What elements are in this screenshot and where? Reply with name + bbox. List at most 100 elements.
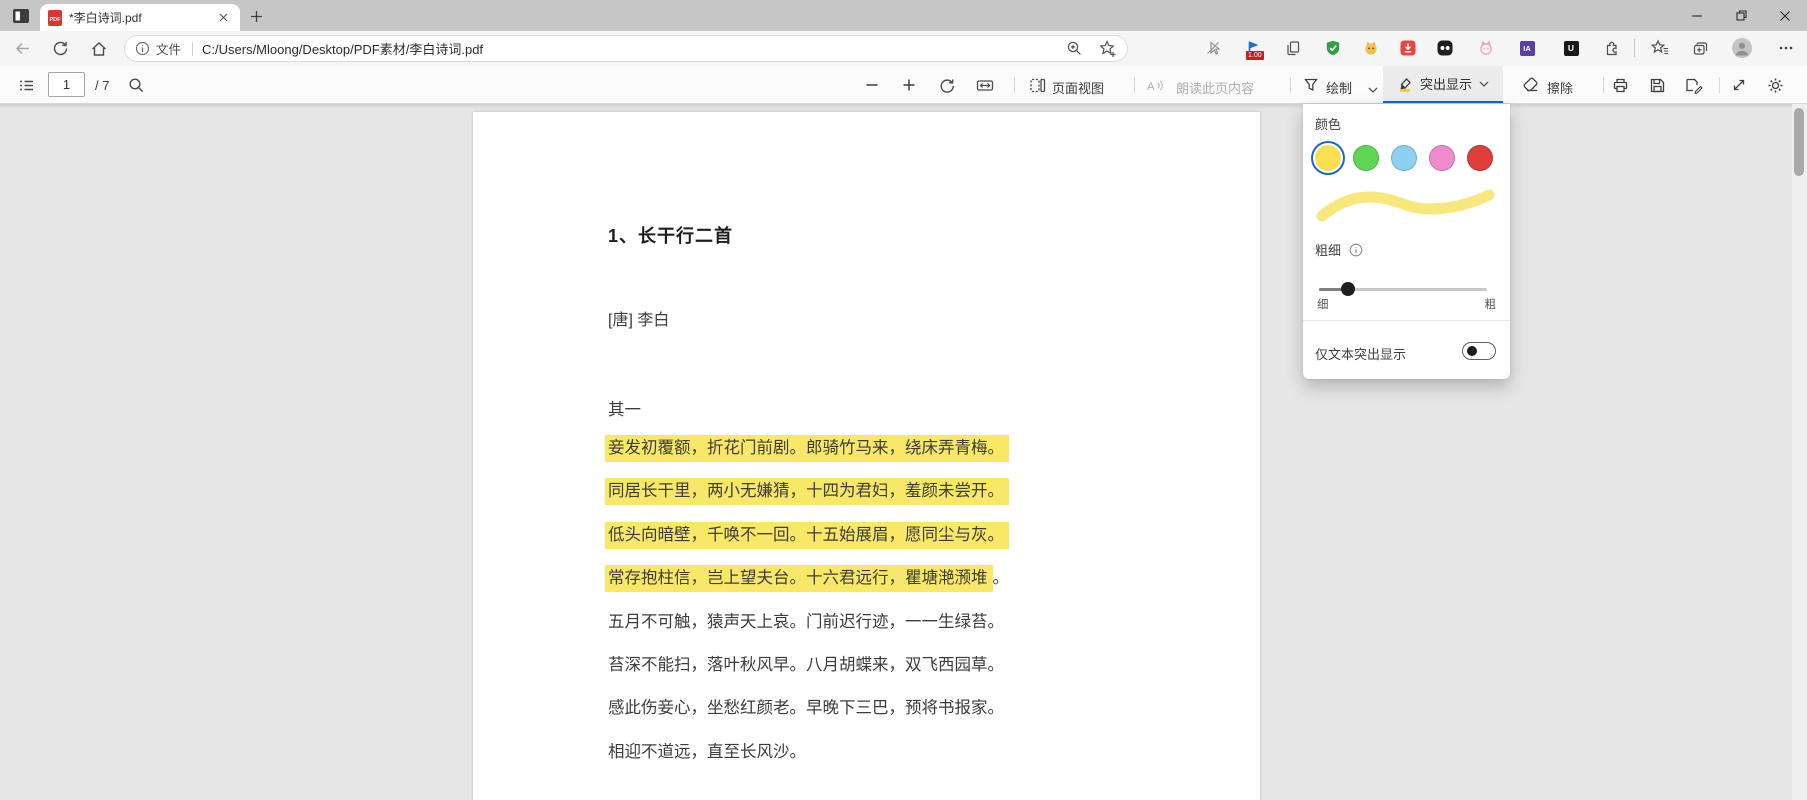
search-document-button[interactable] — [127, 76, 145, 94]
close-icon — [219, 13, 228, 22]
extension-ia[interactable]: IA — [1518, 39, 1536, 57]
toolbar-separator — [1014, 77, 1015, 93]
window-controls — [1675, 0, 1807, 31]
active-tab[interactable]: PDF *李白诗词.pdf — [40, 4, 240, 31]
chevron-down-icon[interactable] — [1479, 81, 1489, 87]
vertical-scrollbar[interactable] — [1792, 104, 1807, 800]
save-as-button[interactable] — [1685, 76, 1703, 94]
highlighted-text: 妾发初覆额，折花门前剧。郎骑竹马来，绕床弄青梅。 — [605, 435, 1009, 462]
color-swatch-green[interactable] — [1353, 145, 1379, 171]
panel-divider — [1303, 320, 1510, 321]
extension-shield[interactable] — [1324, 39, 1342, 57]
color-swatches — [1315, 145, 1493, 171]
back-button[interactable] — [13, 39, 32, 58]
tab-bar: PDF *李白诗词.pdf — [0, 0, 1807, 31]
erase-label[interactable]: 擦除 — [1547, 78, 1573, 97]
svg-text:PDF: PDF — [50, 17, 62, 23]
plain-text: 。 — [992, 569, 1010, 588]
extension-copy[interactable] — [1284, 39, 1302, 57]
star-plus-icon — [1098, 39, 1115, 57]
minimize-icon — [1692, 14, 1702, 17]
fullscreen-button[interactable] — [1730, 76, 1748, 94]
close-icon — [1780, 10, 1790, 21]
poem-line: 低头向暗壁，千唤不一回。十五始展眉，愿同尘与灰。 — [605, 521, 1009, 564]
extension-u[interactable]: U — [1562, 39, 1580, 57]
thickness-label: 粗细 — [1315, 243, 1342, 258]
page-view-label[interactable]: 页面视图 — [1052, 78, 1104, 97]
tab-actions-menu-button[interactable] — [10, 6, 32, 25]
extensions-menu-button[interactable] — [1602, 39, 1620, 57]
highlighted-text: 同居长干里，两小无嫌猜，十四为君妇，羞颜未尝开。 — [605, 478, 1009, 506]
zoom-in-button[interactable] — [900, 76, 918, 94]
poem-title: 1、长干行二首 — [608, 226, 734, 246]
save-button[interactable] — [1648, 76, 1666, 94]
ellipsis-icon — [1779, 46, 1793, 50]
thickness-slider-thumb[interactable] — [1340, 282, 1355, 296]
draw-label[interactable]: 绘制 — [1326, 78, 1352, 97]
new-tab-button[interactable] — [247, 7, 265, 25]
refresh-button[interactable] — [51, 39, 70, 58]
poem-section-label: 其一 — [608, 401, 641, 419]
chevron-down-icon — [1368, 87, 1378, 93]
url-text[interactable]: C:/Users/Mloong/Desktop/PDF素材/李白诗词.pdf — [202, 39, 1051, 58]
scrollbar-thumb[interactable] — [1794, 108, 1804, 176]
zoom-out-button[interactable] — [863, 76, 881, 94]
color-swatch-pink[interactable] — [1429, 145, 1455, 171]
table-of-contents-icon — [19, 80, 33, 90]
puzzle-icon — [1606, 41, 1617, 55]
page-number-input[interactable] — [49, 73, 84, 96]
info-icon[interactable] — [1349, 243, 1363, 257]
draw-button[interactable] — [1302, 76, 1320, 94]
flag-badge: 1.00 — [1246, 51, 1264, 60]
print-icon — [1613, 78, 1627, 92]
page-view-button[interactable] — [1028, 76, 1046, 94]
profile-avatar[interactable] — [1732, 38, 1752, 58]
collections-button[interactable] — [1691, 39, 1709, 57]
zoom-page-button[interactable] — [1065, 39, 1084, 58]
extension-cat-pink[interactable] — [1477, 39, 1495, 57]
extension-downloader[interactable] — [1399, 39, 1417, 57]
favorites-button[interactable] — [1651, 39, 1669, 57]
fit-to-width-button[interactable] — [976, 76, 994, 94]
erase-button[interactable] — [1521, 76, 1539, 94]
green-shield-check-icon — [1326, 40, 1340, 56]
poem-line: 相迎不道远，直至长风沙。 — [608, 738, 1009, 781]
highlight-button[interactable]: 突出显示 — [1383, 66, 1503, 103]
tab-close-button[interactable] — [215, 9, 232, 26]
draw-dropdown-chevron[interactable] — [1364, 81, 1382, 99]
plus-icon — [250, 10, 262, 22]
cursor-blocked-icon — [1207, 41, 1221, 55]
close-window-button[interactable] — [1763, 0, 1807, 31]
add-favorite-button[interactable] — [1098, 39, 1117, 58]
stroke-preview-path — [1316, 189, 1495, 222]
minus-icon — [866, 84, 878, 86]
extension-eyes[interactable] — [1436, 39, 1454, 57]
toolbar-separator — [1134, 77, 1135, 93]
text-only-toggle[interactable] — [1462, 342, 1496, 360]
extension-cursor[interactable] — [1204, 39, 1222, 57]
black-eyes-icon — [1437, 40, 1453, 56]
eraser-icon — [1522, 77, 1538, 91]
browser-menu-button[interactable] — [1777, 39, 1795, 57]
address-bar[interactable]: 文件 C:/Users/Mloong/Desktop/PDF素材/李白诗词.pd… — [124, 35, 1128, 62]
stroke-preview — [1315, 184, 1498, 226]
collections-plus-icon — [1693, 41, 1707, 55]
rotate-button[interactable] — [938, 76, 956, 94]
color-swatch-red[interactable] — [1467, 145, 1493, 171]
poem-line: 苔深不能扫，落叶秋风早。八月胡蝶来，双飞西园草。 — [608, 651, 1009, 694]
restore-button[interactable] — [1719, 0, 1763, 31]
color-swatch-yellow[interactable] — [1315, 145, 1341, 171]
minimize-button[interactable] — [1675, 0, 1719, 31]
poem-author: [唐] 李白 — [608, 312, 670, 329]
plain-text: 相迎不道远，直至长风沙。 — [608, 742, 806, 761]
pdf-settings-button[interactable] — [1766, 76, 1784, 94]
pdf-toolbar: / 7 — [0, 66, 1807, 104]
print-button[interactable] — [1611, 76, 1629, 94]
home-button[interactable] — [89, 39, 108, 58]
extension-cat-yellow[interactable] — [1362, 39, 1380, 57]
color-swatch-light-blue[interactable] — [1391, 145, 1417, 171]
toc-button[interactable] — [17, 76, 35, 94]
page-view-icon — [1029, 78, 1045, 92]
thickness-slider[interactable] — [1319, 282, 1487, 296]
thickness-row: 粗细 — [1315, 240, 1363, 259]
